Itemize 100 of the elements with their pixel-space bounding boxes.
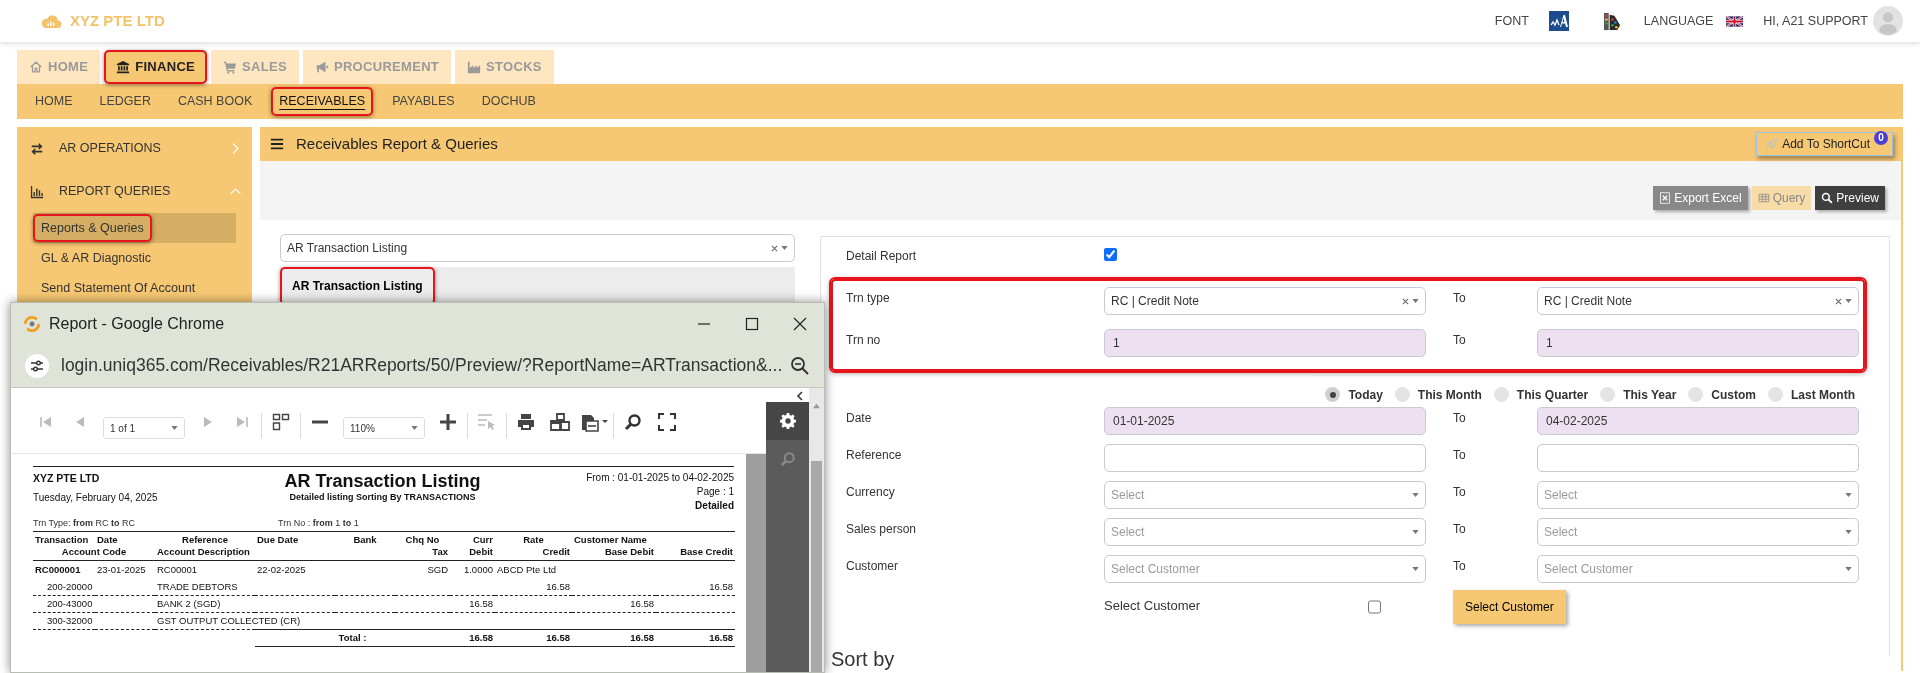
nav-link-item[interactable]: PAYABLES bbox=[384, 87, 463, 116]
print-icon[interactable] bbox=[516, 412, 536, 432]
report-range: From : 01-01-2025 to 04-02-2025 bbox=[585, 471, 734, 485]
collapse-icon[interactable] bbox=[795, 390, 805, 402]
user-greeting[interactable]: HI, A21 SUPPORT bbox=[1763, 11, 1868, 31]
report-select[interactable]: AR Transaction Listing bbox=[280, 234, 795, 262]
site-info-icon[interactable] bbox=[25, 353, 49, 378]
column-header: Customer Name bbox=[572, 531, 735, 546]
nav-link-item[interactable]: CASH BOOK bbox=[169, 87, 261, 116]
multipage-icon[interactable] bbox=[272, 413, 290, 431]
radio-button[interactable] bbox=[1768, 387, 1783, 402]
zoom-out-icon[interactable] bbox=[790, 355, 810, 376]
field-label: To bbox=[1452, 410, 1467, 427]
sidebar-item[interactable]: Reports & Queries bbox=[33, 213, 236, 243]
export-icon[interactable] bbox=[550, 412, 570, 432]
radio-label[interactable]: Today bbox=[1348, 385, 1383, 404]
maximize-icon[interactable] bbox=[745, 316, 759, 331]
table-cell: 200-43000 bbox=[33, 595, 155, 613]
input-field[interactable] bbox=[1104, 444, 1426, 472]
zoom-in-icon[interactable] bbox=[439, 413, 457, 431]
column-header: Date bbox=[95, 531, 155, 546]
module-tab[interactable]: FINANCE bbox=[104, 50, 208, 84]
input-field[interactable]: 1 bbox=[1537, 329, 1859, 357]
radio-button[interactable] bbox=[1325, 387, 1341, 402]
radio-label[interactable]: This Month bbox=[1417, 385, 1482, 404]
zoom-selector[interactable]: 110% bbox=[343, 417, 425, 439]
report-company: XYZ PTE LTD bbox=[33, 471, 101, 486]
page-selector[interactable]: 1 of 1 bbox=[103, 417, 185, 439]
column-header: Debit bbox=[450, 546, 495, 561]
table-cell: ABCD Pte Ltd bbox=[495, 560, 735, 579]
flag-icon[interactable] bbox=[1726, 15, 1744, 27]
column-header: Bank bbox=[335, 531, 395, 546]
app-icon bbox=[23, 314, 41, 333]
table-cell: 16.58 bbox=[572, 595, 656, 613]
radio-button[interactable] bbox=[1688, 387, 1704, 402]
column-header: Curr bbox=[450, 531, 495, 546]
excel-file-icon bbox=[1659, 192, 1672, 204]
select-field[interactable]: RC | Credit Note bbox=[1104, 287, 1426, 315]
caret-icon bbox=[171, 426, 178, 430]
field-label: Detail Report bbox=[846, 248, 918, 265]
radio-label[interactable]: Last Month bbox=[1791, 385, 1855, 404]
radio-button[interactable] bbox=[1493, 387, 1509, 402]
column-header: Tax bbox=[335, 546, 450, 561]
nav-link-item[interactable]: DOCHUB bbox=[473, 87, 544, 116]
radio-button[interactable] bbox=[1600, 387, 1616, 402]
column-header: Base Credit bbox=[656, 546, 735, 561]
detail-report-checkbox[interactable] bbox=[1104, 248, 1117, 261]
field-label: To bbox=[1452, 332, 1467, 349]
caret-icon bbox=[781, 246, 788, 250]
select-customer-checkbox[interactable] bbox=[1368, 598, 1381, 616]
radio-label[interactable]: This Year bbox=[1623, 385, 1677, 404]
total-label: Total : bbox=[255, 629, 450, 647]
cart-icon bbox=[223, 60, 238, 74]
search-icon bbox=[1821, 192, 1834, 204]
sidebar-section[interactable]: AR OPERATIONS bbox=[17, 127, 252, 170]
input-field[interactable]: 1 bbox=[1104, 329, 1426, 357]
nav-link-item[interactable]: HOME bbox=[27, 87, 81, 116]
input-field[interactable] bbox=[1537, 444, 1859, 472]
select-customer-button[interactable]: Select Customer bbox=[1453, 590, 1566, 624]
fullscreen-icon[interactable] bbox=[658, 413, 676, 431]
table-cell: SGD bbox=[395, 560, 450, 579]
input-field[interactable]: 01-01-2025 bbox=[1104, 407, 1426, 435]
add-shortcut-button[interactable]: Add To ShortCut 0 bbox=[1756, 132, 1893, 156]
clear-icon[interactable] bbox=[771, 244, 778, 252]
filter-text: Trn No : from 1 to 1 bbox=[278, 517, 359, 530]
gear-icon bbox=[779, 413, 796, 429]
input-field[interactable]: 04-02-2025 bbox=[1537, 407, 1859, 435]
palette-icon[interactable] bbox=[1602, 11, 1622, 31]
sidebar-item[interactable]: GL & AR Diagnostic bbox=[33, 243, 236, 273]
font-size-icon[interactable] bbox=[1548, 11, 1569, 31]
clear-icon[interactable] bbox=[1402, 297, 1409, 305]
sidebar-section[interactable]: REPORT QUERIES bbox=[17, 170, 252, 213]
table-cell: 1.0000 bbox=[450, 560, 495, 579]
radio-button[interactable] bbox=[1394, 387, 1410, 402]
preview-button[interactable]: Preview bbox=[1815, 186, 1885, 210]
report-mode: Detailed bbox=[694, 499, 734, 513]
save-icon[interactable] bbox=[580, 412, 608, 432]
company-name: XYZ PTE LTD bbox=[70, 10, 165, 31]
radio-label[interactable]: This Quarter bbox=[1516, 385, 1589, 404]
scrollbar[interactable] bbox=[809, 388, 824, 672]
nav-link-item[interactable]: LEDGER bbox=[91, 87, 159, 116]
nav-link-item[interactable]: RECEIVABLES bbox=[271, 87, 374, 116]
export-excel-button[interactable]: Export Excel bbox=[1653, 186, 1748, 210]
radio-label[interactable]: Custom bbox=[1711, 385, 1756, 404]
field-label: Select Customer bbox=[1104, 597, 1201, 615]
caret-icon bbox=[1412, 530, 1419, 534]
menu-icon[interactable] bbox=[270, 137, 284, 151]
table-cell: RC00001 bbox=[155, 560, 255, 579]
settings-button[interactable] bbox=[766, 402, 809, 440]
close-icon[interactable] bbox=[793, 316, 807, 331]
table-cell: 16.58 bbox=[656, 578, 735, 596]
column-header: Credit bbox=[495, 546, 572, 561]
column-header: Account Code bbox=[33, 546, 155, 561]
table-cell: TRADE DEBTORS bbox=[155, 578, 450, 596]
section-heading: Sort by bbox=[829, 632, 1867, 671]
sidebar-item[interactable]: Send Statement Of Account bbox=[33, 273, 236, 303]
select-field[interactable]: RC | Credit Note bbox=[1537, 287, 1859, 315]
clear-icon[interactable] bbox=[1835, 297, 1842, 305]
search-icon[interactable] bbox=[624, 413, 642, 431]
report-list-item[interactable]: AR Transaction Listing bbox=[280, 267, 795, 305]
